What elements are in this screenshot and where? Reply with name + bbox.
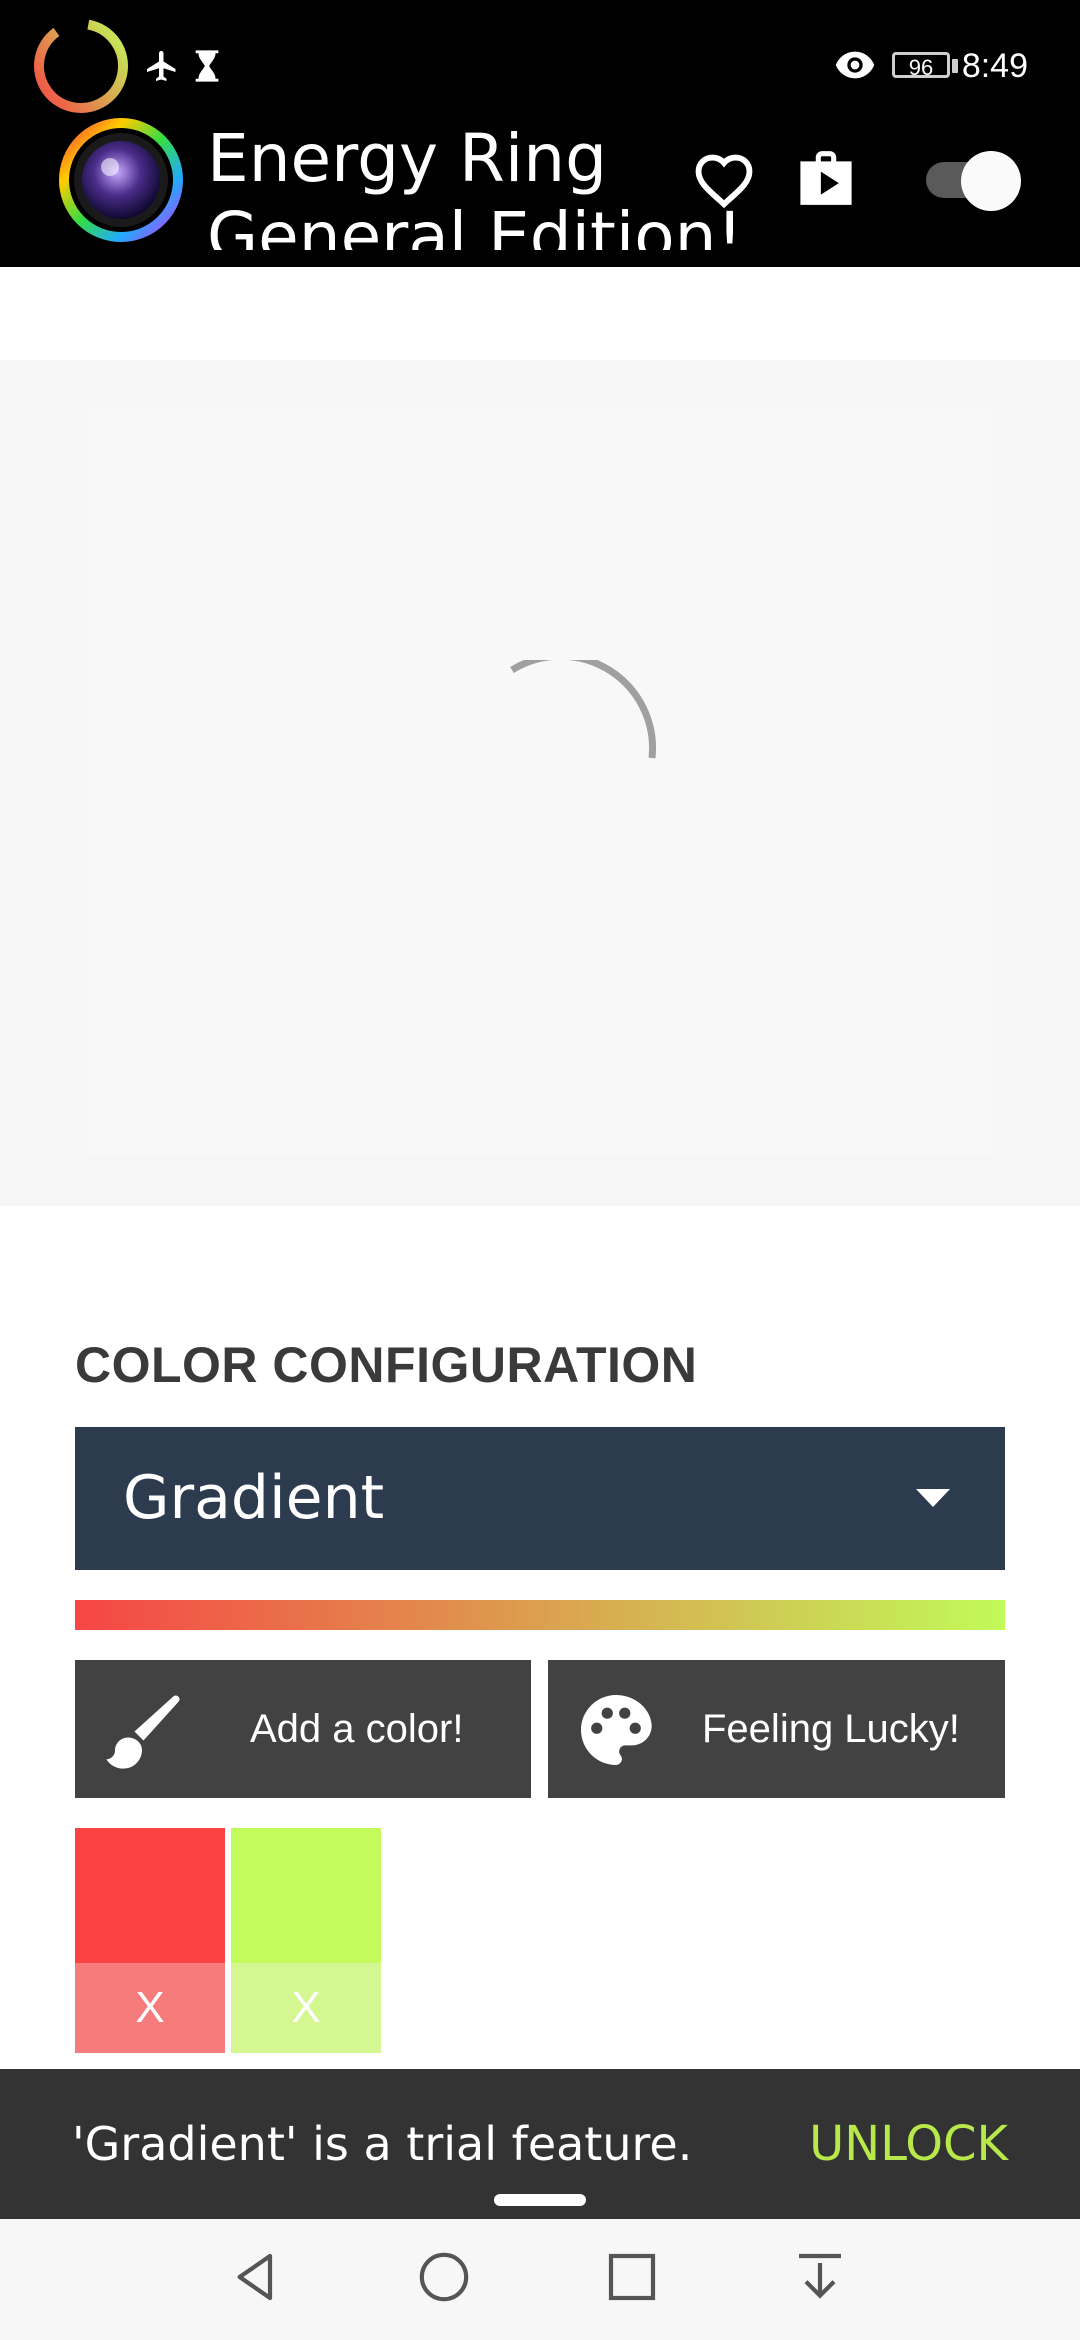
feeling-lucky-label: Feeling Lucky! (702, 1707, 960, 1751)
color-swatch[interactable] (231, 1828, 381, 1963)
dropdown-value: Gradient (123, 1463, 385, 1533)
app-logo (59, 118, 183, 242)
gesture-pill[interactable] (494, 2194, 586, 2206)
app-header: 96 8:49 Energy Ring General Edition! (0, 0, 1080, 267)
gradient-preview-bar (75, 1600, 1005, 1630)
palette-icon (581, 1695, 652, 1765)
preview-canvas (88, 408, 992, 1156)
battery-indicator: 96 (892, 52, 950, 80)
battery-tip (952, 59, 958, 73)
dropdown-arrow-icon (916, 1489, 950, 1507)
airplane-icon (147, 51, 176, 81)
app-title: Energy Ring (207, 120, 607, 197)
remove-color-button[interactable]: X (75, 1963, 225, 2053)
snackbar-message: 'Gradient' is a trial feature. (72, 2117, 693, 2171)
back-icon[interactable] (228, 2249, 284, 2305)
color-mode-dropdown[interactable]: Gradient (75, 1427, 1005, 1570)
add-color-label: Add a color! (250, 1707, 464, 1751)
section-title: COLOR CONFIGURATION (75, 1337, 698, 1393)
loading-spinner (510, 660, 657, 759)
status-time: 8:49 (961, 47, 1028, 85)
heart-icon[interactable] (693, 152, 755, 208)
toggle-switch[interactable] (961, 151, 1021, 211)
paintbrush-icon (106, 1695, 180, 1769)
recents-icon[interactable] (604, 2249, 660, 2305)
energy-ring-icon (34, 19, 128, 113)
remove-color-button[interactable]: X (231, 1963, 381, 2053)
hourglass-icon (195, 50, 219, 82)
notification-pulldown-icon[interactable] (792, 2249, 848, 2305)
app-subtitle: General Edition! (207, 198, 743, 250)
eye-icon (835, 51, 875, 79)
play-store-icon[interactable] (795, 146, 857, 210)
feeling-lucky-button[interactable]: Feeling Lucky! (548, 1660, 1005, 1798)
add-color-button[interactable]: Add a color! (75, 1660, 531, 1798)
color-swatch[interactable] (75, 1828, 225, 1963)
unlock-button[interactable]: UNLOCK (809, 2069, 1008, 2219)
home-icon[interactable] (416, 2249, 472, 2305)
system-nav-bar (0, 2219, 1080, 2340)
